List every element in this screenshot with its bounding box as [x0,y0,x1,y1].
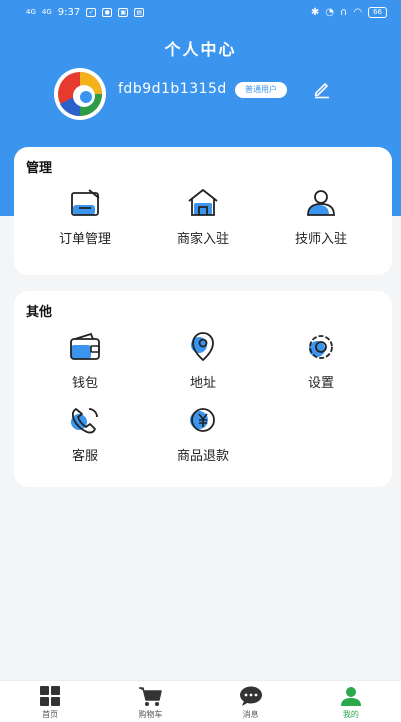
location-icon [191,332,214,362]
profile-icon [340,687,361,706]
shop-icon [188,189,218,216]
chat-icon [239,686,262,706]
refund-icon [190,408,215,432]
notification-icon: ● [102,7,113,17]
wallet-icon [70,332,100,360]
customer-service-label: 客服 [71,449,98,464]
battery-icon: 66 [368,6,387,18]
notification-icon: ▤ [134,7,145,17]
product-refund-label: 商品退款 [176,449,229,464]
settings-item[interactable]: 设置 [266,331,376,391]
nav-profile-label: 我的 [342,710,359,719]
product-refund-item[interactable]: 商品退款 [148,404,258,464]
nav-home-label: 首页 [42,710,59,719]
avatar-logo-icon [58,72,102,117]
nav-cart[interactable]: 购物车 [100,681,200,722]
headset-icon: ∩ [340,6,348,18]
address-label: 地址 [189,376,216,391]
alarm-icon: ◔ [325,6,335,18]
signal-2-label: 4G [41,8,52,16]
bluetooth-icon: ✱ [310,6,320,18]
other-card: 其他 钱包 地址 设置 客服 商品退款 [14,291,392,487]
order-icon [71,189,100,216]
management-title: 管理 [26,161,53,176]
status-right: ✱ ◔ ∩ ◠ 66 [310,6,387,18]
cart-icon [139,687,163,706]
status-time: 9:37 [57,6,81,18]
phone-icon [71,408,98,434]
technician-icon [307,190,335,216]
nav-messages-label: 消息 [242,710,259,719]
status-left: 4G 4G 9:37 ✓ ● ▣ ▤ [26,6,145,18]
order-management-label: 订单管理 [58,232,111,247]
other-title: 其他 [26,305,53,320]
wallet-label: 钱包 [71,376,98,391]
bottom-nav: 首页 购物车 消息 我的 [0,680,401,722]
wifi-icon: ◠ [353,6,363,18]
technician-entry-label: 技师入驻 [294,232,347,247]
signal-1-label: 4G [26,8,36,16]
avatar[interactable] [54,68,106,120]
technician-entry-item[interactable]: 技师入驻 [266,187,376,247]
nav-profile[interactable]: 我的 [301,681,401,722]
gear-icon [309,335,333,359]
merchant-entry-item[interactable]: 商家入驻 [148,187,258,247]
status-bar: 4G 4G 9:37 ✓ ● ▣ ▤ ✱ ◔ ∩ ◠ 66 [0,0,401,24]
user-level-badge: 普通用户 [235,82,287,98]
merchant-entry-label: 商家入驻 [176,232,229,247]
wallet-item[interactable]: 钱包 [30,331,140,391]
customer-service-item[interactable]: 客服 [30,404,140,464]
notification-icon: ✓ [86,7,97,17]
settings-label: 设置 [307,376,334,391]
notification-icon: ▣ [118,7,129,17]
pencil-icon[interactable] [312,79,332,99]
address-item[interactable]: 地址 [148,331,258,391]
nav-cart-label: 购物车 [138,710,163,719]
page-title: 个人中心 [164,40,237,59]
home-grid-icon [40,686,61,706]
order-management-item[interactable]: 订单管理 [30,187,140,247]
nav-home[interactable]: 首页 [0,681,100,722]
management-card: 管理 订单管理 商家入驻 技师入驻 [14,147,392,275]
nav-messages[interactable]: 消息 [201,681,301,722]
username: fdb9d1b1315d [118,81,227,97]
